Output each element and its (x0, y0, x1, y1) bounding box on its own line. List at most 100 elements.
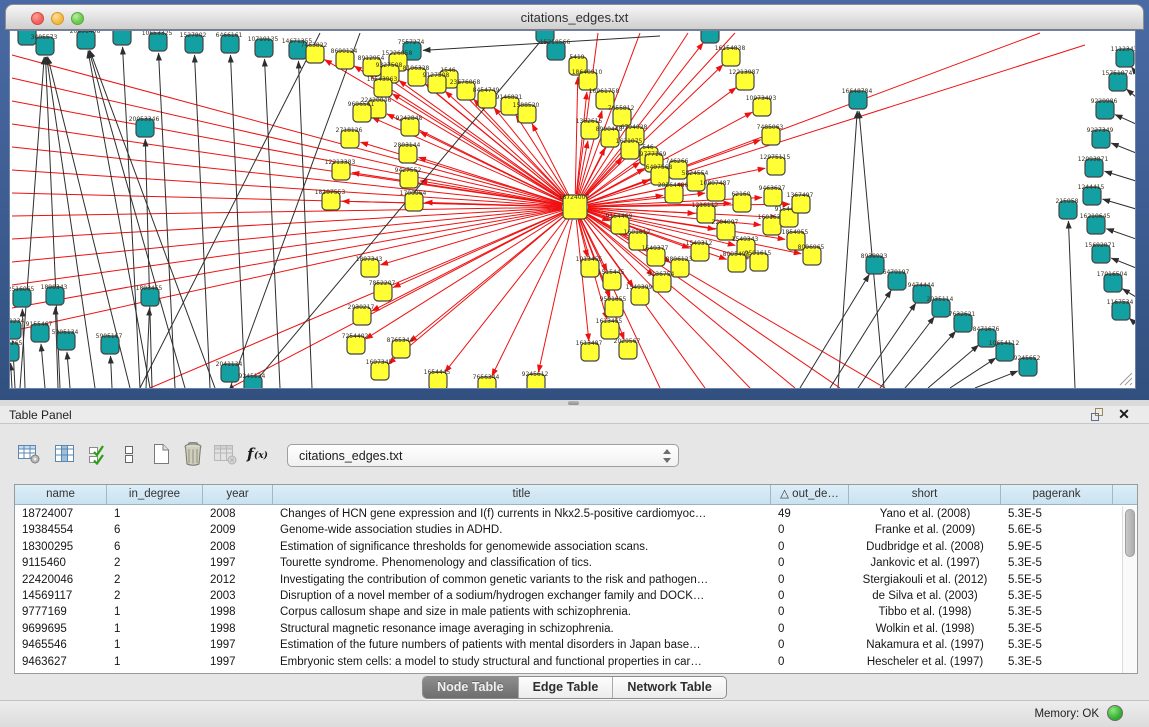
table-cell[interactable]: 1 (107, 604, 203, 620)
table-row[interactable]: 1456911722003Disruption of a novel membe… (15, 588, 1122, 604)
column-header-title[interactable]: title (273, 485, 771, 505)
table-cell[interactable]: Changes of HCN gene expression and I(f) … (273, 506, 771, 522)
table-cell[interactable]: Tibbo et al. (1998) (849, 604, 1001, 620)
table-cell[interactable]: Dudbridge et al. (2008) (849, 539, 1001, 555)
function-builder-icon[interactable]: f (x) (244, 440, 280, 470)
table-cell[interactable]: 18300295 (15, 539, 107, 555)
table-cell[interactable]: 1997 (203, 637, 273, 653)
table-cell[interactable]: 5.5E-5 (1001, 572, 1113, 588)
network-canvas[interactable]: 2516065340557320691406106533210653325152… (9, 30, 1136, 389)
table-cell[interactable]: 5.3E-5 (1001, 654, 1113, 670)
table-cell[interactable]: Structural magnetic resonance image aver… (273, 621, 771, 637)
table-cell[interactable]: 0 (771, 588, 849, 604)
delete-icon[interactable] (178, 440, 208, 470)
float-panel-icon[interactable] (1091, 408, 1105, 421)
table-settings-icon[interactable] (14, 440, 44, 470)
resize-grip[interactable] (1119, 372, 1133, 386)
column-header-out-de-[interactable]: △ out_de… (771, 485, 849, 505)
table-cell[interactable]: 2012 (203, 572, 273, 588)
table-row[interactable]: 1830029562008Estimation of significance … (15, 539, 1122, 555)
table-cell[interactable]: Estimation of the future numbers of pati… (273, 637, 771, 653)
table-cell[interactable]: Disruption of a novel member of a sodium… (273, 588, 771, 604)
table-scrollbar[interactable] (1122, 506, 1137, 673)
table-cell[interactable]: 2 (107, 572, 203, 588)
close-panel-icon[interactable]: ✕ (1117, 407, 1131, 421)
table-cell[interactable]: 1997 (203, 555, 273, 571)
table-row[interactable]: 2242004622012Investigating the contribut… (15, 572, 1122, 588)
tab-network-table[interactable]: Network Table (613, 677, 726, 698)
table-row[interactable]: 1872400712008Changes of HCN gene express… (15, 506, 1122, 522)
table-cell[interactable]: Jankovic et al. (1997) (849, 555, 1001, 571)
table-cell[interactable]: 1 (107, 506, 203, 522)
table-cell[interactable]: 9463627 (15, 654, 107, 670)
table-cell[interactable]: Tourette syndrome. Phenomenology and cla… (273, 555, 771, 571)
table-selector-dropdown[interactable]: citations_edges.txt (287, 444, 679, 467)
table-cell[interactable]: Embryonic stem cells: a model to study s… (273, 654, 771, 670)
column-preferences-icon[interactable] (50, 440, 80, 470)
table-row[interactable]: 946554611997Estimation of the future num… (15, 637, 1122, 653)
table-cell[interactable]: 1997 (203, 654, 273, 670)
table-cell[interactable]: 1 (107, 654, 203, 670)
table-cell[interactable]: 2 (107, 555, 203, 571)
new-table-icon[interactable] (146, 440, 176, 470)
row-select-icon[interactable] (84, 440, 114, 470)
table-cell[interactable]: 18724007 (15, 506, 107, 522)
table-row[interactable]: 977716911998Corpus callosum shape and si… (15, 604, 1122, 620)
table-row[interactable]: 911546021997Tourette syndrome. Phenomeno… (15, 555, 1122, 571)
table-cell[interactable]: 5.3E-5 (1001, 604, 1113, 620)
table-cell[interactable]: 5.3E-5 (1001, 621, 1113, 637)
table-cell[interactable]: 5.6E-5 (1001, 522, 1113, 538)
table-cell[interactable]: 5.3E-5 (1001, 555, 1113, 571)
table-cell[interactable]: 9777169 (15, 604, 107, 620)
table-cell[interactable]: Nakamura et al. (1997) (849, 637, 1001, 653)
table-cell[interactable]: 9465546 (15, 637, 107, 653)
table-cell[interactable]: 0 (771, 637, 849, 653)
table-cell[interactable]: 5.3E-5 (1001, 637, 1113, 653)
table-cell[interactable]: 5.3E-5 (1001, 588, 1113, 604)
column-header-short[interactable]: short (849, 485, 1001, 505)
table-cell[interactable]: 19384554 (15, 522, 107, 538)
table-cell[interactable]: Corpus callosum shape and size in male p… (273, 604, 771, 620)
scrollbar-thumb[interactable] (1125, 509, 1135, 557)
table-cell[interactable]: 49 (771, 506, 849, 522)
table-cell[interactable]: 0 (771, 654, 849, 670)
table-cell[interactable]: Franke et al. (2009) (849, 522, 1001, 538)
table-cell[interactable]: 22420046 (15, 572, 107, 588)
table-cell[interactable]: 2008 (203, 506, 273, 522)
table-cell[interactable]: Estimation of significance thresholds fo… (273, 539, 771, 555)
table-cell[interactable]: Genome-wide association studies in ADHD. (273, 522, 771, 538)
tab-node-table[interactable]: Node Table (423, 677, 518, 698)
rows-icon[interactable] (114, 440, 144, 470)
table-cell[interactable]: 5.3E-5 (1001, 506, 1113, 522)
table-row[interactable]: 1938455462009Genome-wide association stu… (15, 522, 1122, 538)
table-cell[interactable]: 1998 (203, 604, 273, 620)
table-cell[interactable]: 1 (107, 637, 203, 653)
table-cell[interactable]: 2009 (203, 522, 273, 538)
network-graph[interactable]: 2516065340557320691406106533210653325152… (10, 31, 1135, 388)
table-cell[interactable]: 0 (771, 555, 849, 571)
table-cell[interactable]: 0 (771, 621, 849, 637)
column-header-in-degree[interactable]: in_degree (107, 485, 203, 505)
table-cell[interactable]: 14569117 (15, 588, 107, 604)
clear-table-icon[interactable] (210, 440, 240, 470)
column-header-name[interactable]: name (15, 485, 107, 505)
table-cell[interactable]: Stergiakouli et al. (2012) (849, 572, 1001, 588)
table-cell[interactable]: de Silva et al. (2003) (849, 588, 1001, 604)
graph-node[interactable] (701, 31, 719, 43)
column-header-year[interactable]: year (203, 485, 273, 505)
network-window-titlebar[interactable]: citations_edges.txt (5, 4, 1144, 30)
table-cell[interactable]: 6 (107, 539, 203, 555)
table-cell[interactable]: Investigating the contribution of common… (273, 572, 771, 588)
table-cell[interactable]: 2003 (203, 588, 273, 604)
table-cell[interactable]: 6 (107, 522, 203, 538)
table-cell[interactable]: 2 (107, 588, 203, 604)
table-row[interactable]: 969969511998Structural magnetic resonanc… (15, 621, 1122, 637)
tab-edge-table[interactable]: Edge Table (519, 677, 614, 698)
divider-handle[interactable] (568, 401, 579, 405)
table-cell[interactable]: 0 (771, 604, 849, 620)
table-cell[interactable]: 0 (771, 539, 849, 555)
table-cell[interactable]: Wolkin et al. (1998) (849, 621, 1001, 637)
table-cell[interactable]: 0 (771, 522, 849, 538)
memory-indicator-button[interactable] (1107, 705, 1123, 721)
table-row[interactable]: 946362711997Embryonic stem cells: a mode… (15, 654, 1122, 670)
